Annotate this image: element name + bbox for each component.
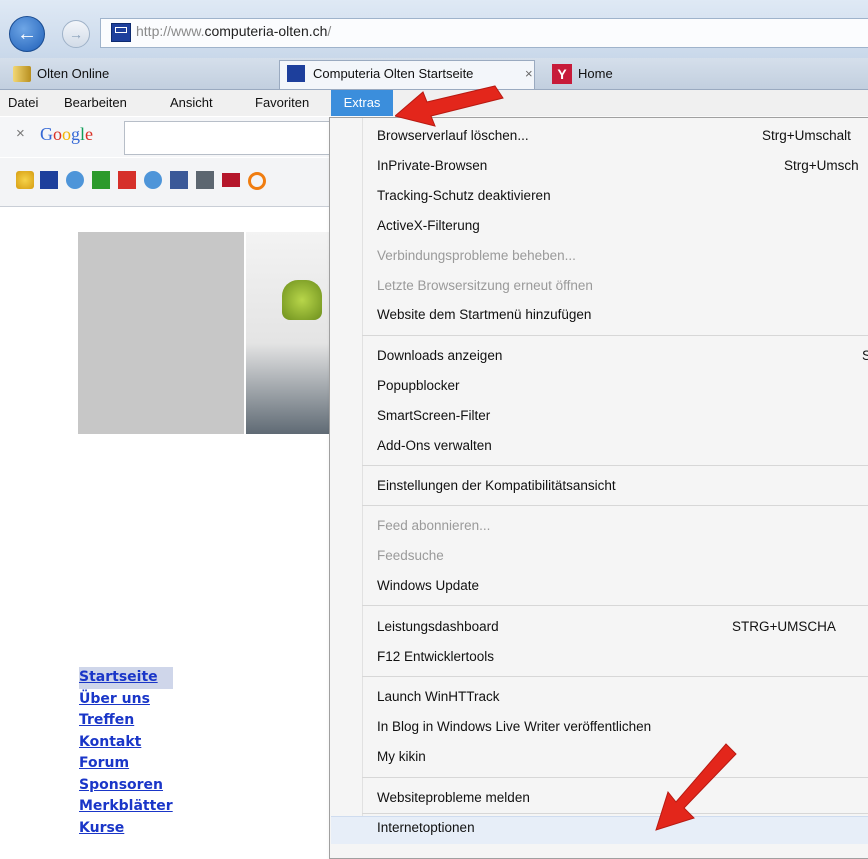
menu-item-verbindungsprobleme: Verbindungsprobleme beheben... xyxy=(377,248,576,263)
menu-separator xyxy=(362,777,868,778)
annotation-arrow-extras xyxy=(395,85,504,127)
srf-icon[interactable] xyxy=(222,173,240,187)
menu-item-smartscreen[interactable]: SmartScreen-Filter xyxy=(377,408,490,423)
menu-item-startmenue[interactable]: Website dem Startmenü hinzufügen xyxy=(377,307,591,322)
url-prefix: http://www. xyxy=(136,23,205,39)
menu-item-feedsuche: Feedsuche xyxy=(377,548,444,563)
menu-item-windows-update[interactable]: Windows Update xyxy=(377,578,479,593)
toolbar-close-icon[interactable]: × xyxy=(16,125,25,142)
nav-link-kontakt[interactable]: Kontakt xyxy=(79,732,173,754)
menu-item-internetoptionen[interactable]: Internetoptionen xyxy=(377,820,475,835)
plant-icon xyxy=(282,280,322,320)
forward-arrow-icon: → xyxy=(69,26,83,42)
menu-datei[interactable]: Datei xyxy=(8,90,38,116)
menu-item-downloads[interactable]: Downloads anzeigen xyxy=(377,348,502,363)
menu-icon-gutter xyxy=(330,118,363,843)
menu-separator xyxy=(362,605,868,606)
favorite-site-icon[interactable] xyxy=(40,171,58,189)
menu-separator xyxy=(362,335,868,336)
menu-item-live-writer[interactable]: In Blog in Windows Live Writer veröffent… xyxy=(377,719,651,734)
menu-item-leistungsdashboard[interactable]: Leistungsdashboard xyxy=(377,619,499,634)
menu-favoriten[interactable]: Favoriten xyxy=(255,90,309,116)
menu-item-websiteprobleme[interactable]: Websiteprobleme melden xyxy=(377,790,530,805)
forward-button[interactable]: → xyxy=(62,20,90,48)
nav-link-startseite[interactable]: Startseite xyxy=(79,667,173,689)
url-domain: computeria-olten.ch xyxy=(204,23,328,39)
menu-item-browserverlauf[interactable]: Browserverlauf löschen... xyxy=(377,128,529,143)
menu-item-activex[interactable]: ActiveX-Filterung xyxy=(377,218,480,233)
menu-item-kompatibilitaet[interactable]: Einstellungen der Kompatibilitätsansicht xyxy=(377,478,616,493)
menu-item-winhttrack[interactable]: Launch WinHTTrack xyxy=(377,689,500,704)
menu-separator xyxy=(362,813,868,814)
menu-ansicht[interactable]: Ansicht xyxy=(170,90,213,116)
ie-icon[interactable] xyxy=(66,171,84,189)
menu-item-letzte-sitzung: Letzte Browsersitzung erneut öffnen xyxy=(377,278,593,293)
menu-bearbeiten[interactable]: Bearbeiten xyxy=(64,90,127,116)
favorite-doc-icon[interactable] xyxy=(196,171,214,189)
menu-item-feed-abonnieren: Feed abonnieren... xyxy=(377,518,491,533)
header-photo xyxy=(246,232,331,434)
site-favicon-icon xyxy=(287,65,305,82)
menu-extras[interactable]: Extras xyxy=(331,90,393,116)
nav-link-sponsoren[interactable]: Sponsoren xyxy=(79,775,173,797)
url-text[interactable]: http://www.computeria-olten.ch/ xyxy=(136,23,331,39)
nav-link-merkblaetter[interactable]: Merkblätter xyxy=(79,796,173,818)
menu-shortcut-clipped: S xyxy=(862,348,868,363)
nav-link-treffen[interactable]: Treffen xyxy=(79,710,173,732)
menu-item-inprivate[interactable]: InPrivate-Browsen xyxy=(377,158,487,173)
ie-icon[interactable] xyxy=(144,171,162,189)
sbb-icon[interactable] xyxy=(118,171,136,189)
tab-label[interactable]: Olten Online xyxy=(37,60,109,88)
menu-item-tracking-schutz[interactable]: Tracking-Schutz deaktivieren xyxy=(377,188,551,203)
menu-item-f12-tools[interactable]: F12 Entwicklertools xyxy=(377,649,494,664)
menu-separator xyxy=(362,676,868,677)
annotation-arrow-internetoptionen xyxy=(655,743,737,831)
menu-separator xyxy=(362,505,868,506)
rss-feed-icon xyxy=(13,66,31,82)
facebook-icon[interactable] xyxy=(170,171,188,189)
nav-link-ueber-uns[interactable]: Über uns xyxy=(79,689,173,711)
nav-link-forum[interactable]: Forum xyxy=(79,753,173,775)
menu-shortcut: STRG+UMSCHA xyxy=(732,619,836,634)
back-arrow-icon: ← xyxy=(17,23,37,45)
favorites-star-icon[interactable] xyxy=(16,171,34,189)
menu-item-addons[interactable]: Add-Ons verwalten xyxy=(377,438,492,453)
favorite-ring-icon[interactable] xyxy=(248,172,266,190)
menu-item-my-kikin[interactable]: My kikin xyxy=(377,749,426,764)
header-placeholder-box xyxy=(78,232,244,434)
google-search-input[interactable] xyxy=(124,121,336,155)
menu-shortcut: Strg+Umsch xyxy=(784,158,859,173)
menu-shortcut: Strg+Umschalt xyxy=(762,128,851,143)
site-navigation: Startseite Über uns Treffen Kontakt Foru… xyxy=(79,667,173,839)
tab-close-icon[interactable]: × xyxy=(525,60,533,88)
tab-label[interactable]: Home xyxy=(578,60,613,88)
url-suffix: / xyxy=(327,23,332,39)
menu-item-popupblocker[interactable]: Popupblocker xyxy=(377,378,460,393)
back-button[interactable]: ← xyxy=(9,16,45,52)
site-favicon-icon xyxy=(111,23,131,42)
favorite-green-icon[interactable] xyxy=(92,171,110,189)
google-logo: Google xyxy=(40,124,94,144)
nav-link-kurse[interactable]: Kurse xyxy=(79,818,173,840)
y-logo-icon: Y xyxy=(552,64,572,84)
menu-separator xyxy=(362,465,868,466)
